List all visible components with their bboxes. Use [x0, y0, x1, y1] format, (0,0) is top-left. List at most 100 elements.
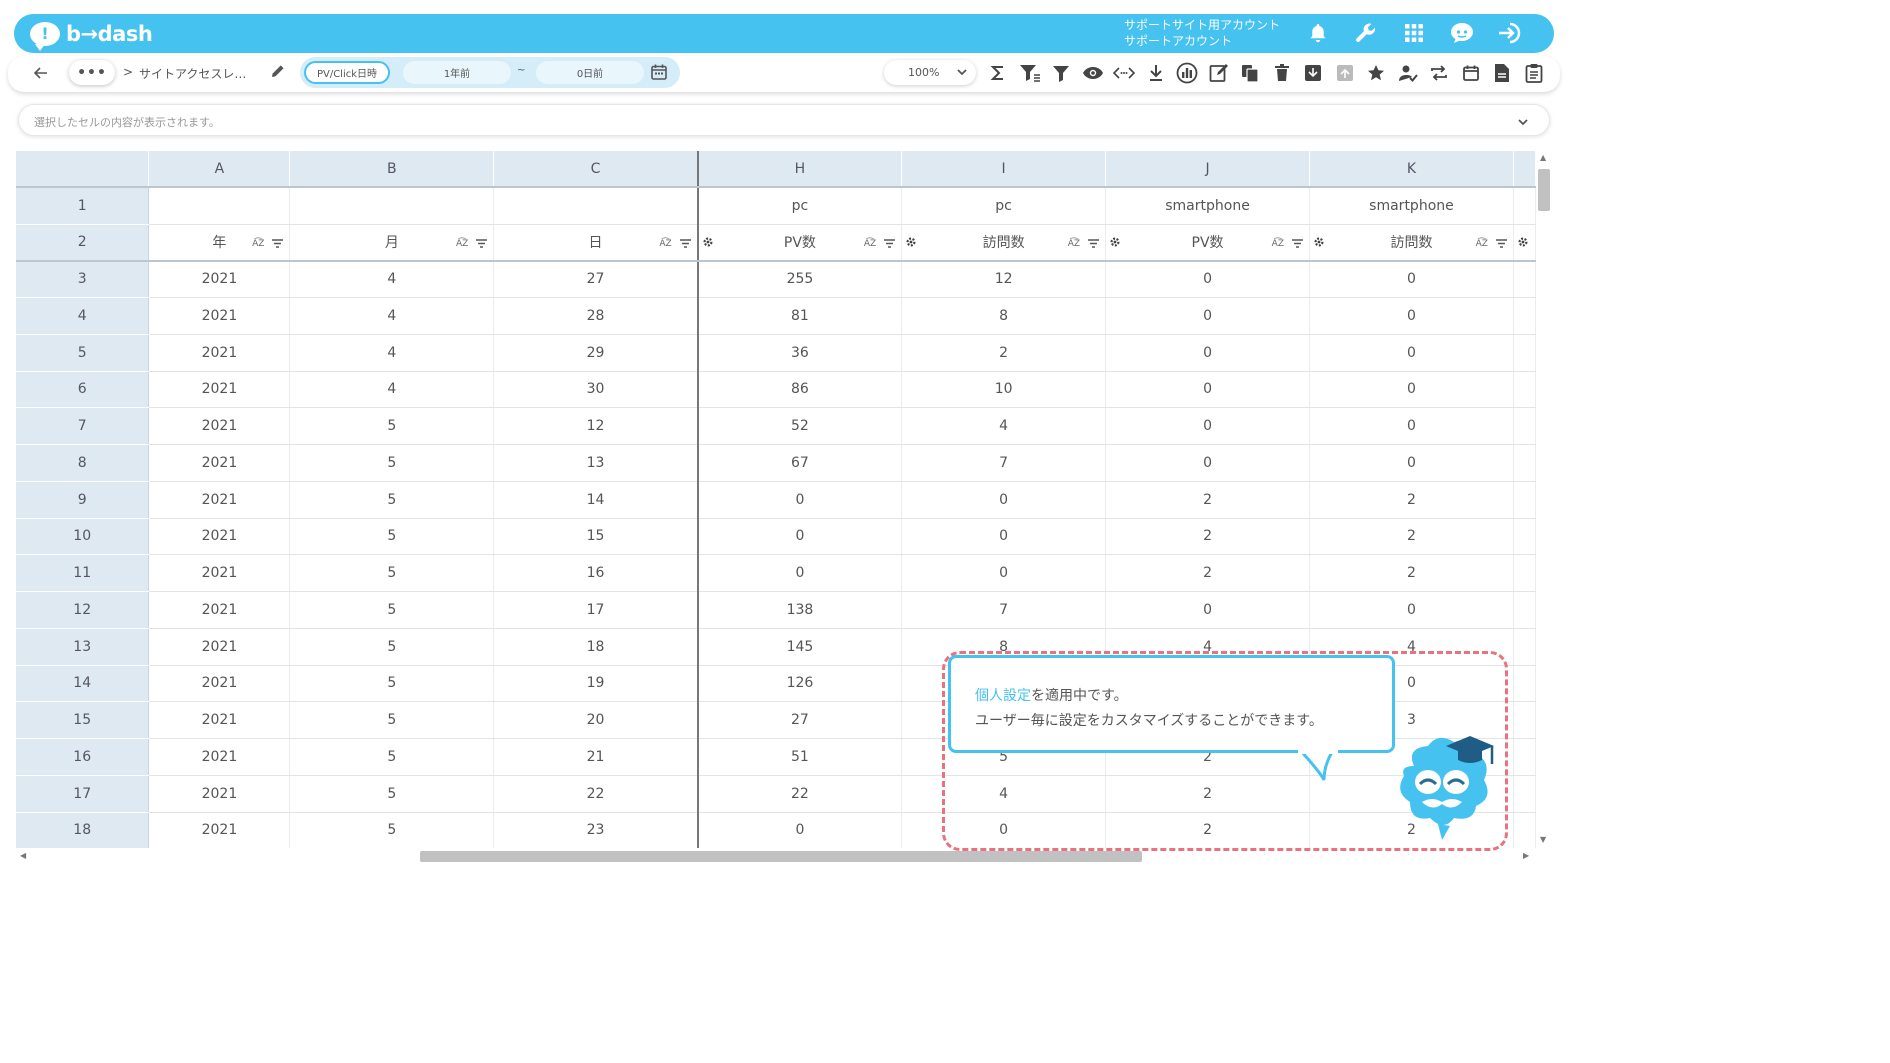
grid-cell[interactable]: 145: [696, 628, 903, 666]
personal-settings-link[interactable]: 個人設定: [975, 688, 1031, 704]
grid-cell[interactable]: 5: [289, 628, 495, 666]
date-to-field[interactable]: 0日前: [536, 61, 644, 84]
grid-cell[interactable]: 5: [289, 665, 495, 703]
bell-icon[interactable]: [1304, 18, 1332, 48]
row-number[interactable]: 11: [16, 554, 150, 592]
date-from-field[interactable]: 1年前: [403, 61, 511, 84]
grid-cell[interactable]: 52: [696, 407, 903, 445]
scroll-down-icon[interactable]: ▼: [1540, 835, 1546, 844]
row-number[interactable]: 10: [16, 518, 150, 556]
row-number[interactable]: 15: [16, 701, 150, 739]
column-header-h[interactable]: H: [696, 151, 903, 188]
edit-sheet-icon[interactable]: [1207, 61, 1231, 85]
grid-cell[interactable]: 0: [1105, 297, 1310, 335]
group-header-cell[interactable]: [148, 187, 291, 225]
grid-cell[interactable]: 12: [901, 260, 1107, 298]
grid-cell[interactable]: 0: [1105, 334, 1310, 372]
grid-cell[interactable]: 2021: [148, 334, 291, 372]
grid-cell[interactable]: 0: [696, 481, 903, 519]
row-number[interactable]: 17: [16, 775, 150, 813]
grid-cell[interactable]: 8: [901, 297, 1107, 335]
grid-cell[interactable]: 5: [289, 738, 495, 776]
mascot-icon[interactable]: [1384, 726, 1502, 844]
gear-icon[interactable]: [1109, 236, 1121, 252]
grid-cell[interactable]: 0: [1309, 444, 1514, 482]
grid-cell[interactable]: 12: [493, 407, 699, 445]
scroll-left-icon[interactable]: ◀: [20, 851, 26, 860]
grid-cell[interactable]: 14: [493, 481, 699, 519]
grid-cell[interactable]: 5: [289, 444, 495, 482]
grid-cell[interactable]: 10: [901, 371, 1107, 409]
grid-corner[interactable]: [16, 151, 150, 188]
filter-lines-icon[interactable]: [1292, 236, 1303, 252]
sum-icon[interactable]: [986, 61, 1010, 85]
grid-cell[interactable]: 4: [289, 297, 495, 335]
apps-grid-icon[interactable]: [1400, 18, 1428, 48]
grid-cell[interactable]: 5: [289, 554, 495, 592]
gear-icon[interactable]: [702, 236, 714, 252]
row-number[interactable]: 4: [16, 297, 150, 335]
filter-lines-icon[interactable]: [1088, 236, 1100, 252]
grid-cell[interactable]: 2: [1309, 518, 1514, 556]
grid-cell[interactable]: 0: [1309, 334, 1514, 372]
grid-cell[interactable]: 2021: [148, 407, 291, 445]
grid-cell[interactable]: 2021: [148, 775, 291, 813]
grid-cell[interactable]: 2021: [148, 665, 291, 703]
grid-cell[interactable]: 22: [696, 775, 903, 813]
row-number[interactable]: 6: [16, 371, 150, 409]
grid-cell[interactable]: 0: [1105, 444, 1310, 482]
grid-cell[interactable]: 67: [696, 444, 903, 482]
row-number[interactable]: 5: [16, 334, 150, 372]
clipboard-icon[interactable]: [1522, 61, 1546, 85]
field-header-cell[interactable]: 日 A͡Z: [493, 224, 699, 262]
grid-cell[interactable]: 5: [289, 481, 495, 519]
grid-cell[interactable]: 5: [289, 518, 495, 556]
grid-cell[interactable]: 5: [289, 812, 495, 848]
sort-az-icon[interactable]: A͡Z: [456, 239, 468, 249]
date-type-selector[interactable]: PV/Click日時: [304, 61, 390, 84]
document-icon[interactable]: [1490, 61, 1514, 85]
back-arrow-icon[interactable]: [30, 62, 52, 84]
grid-cell[interactable]: 18: [493, 628, 699, 666]
grid-cell[interactable]: 19: [493, 665, 699, 703]
grid-cell[interactable]: 2021: [148, 481, 291, 519]
grid-cell[interactable]: 2021: [148, 628, 291, 666]
field-header-cell[interactable]: 訪問数 A͡Z: [1309, 224, 1514, 262]
filter-icon[interactable]: [1049, 61, 1073, 85]
grid-cell[interactable]: 2021: [148, 297, 291, 335]
brand-logo[interactable]: ! b→dash: [30, 20, 153, 51]
wrench-icon[interactable]: [1352, 18, 1380, 48]
grid-cell[interactable]: 0: [1105, 260, 1310, 298]
row-number[interactable]: 16: [16, 738, 150, 776]
zoom-select[interactable]: 100%: [884, 60, 976, 85]
eye-icon[interactable]: [1081, 61, 1105, 85]
field-header-cell[interactable]: PV数 A͡Z: [1105, 224, 1310, 262]
grid-cell[interactable]: 2021: [148, 554, 291, 592]
group-header-cell[interactable]: pc: [696, 187, 903, 225]
scroll-right-icon[interactable]: ▶: [1523, 851, 1529, 860]
row-number[interactable]: 1: [16, 187, 150, 225]
sort-az-icon[interactable]: A͡Z: [659, 239, 671, 249]
grid-cell[interactable]: 0: [1309, 407, 1514, 445]
grid-cell[interactable]: 0: [696, 554, 903, 592]
filter-lines-icon[interactable]: [679, 236, 691, 252]
field-header-cell[interactable]: 訪問数 A͡Z: [901, 224, 1107, 262]
grid-cell[interactable]: 2: [1105, 518, 1310, 556]
sync-icon[interactable]: [1427, 61, 1451, 85]
row-number[interactable]: 12: [16, 591, 150, 629]
cell-content-bar[interactable]: 選択したセルの内容が表示されます。: [18, 104, 1550, 136]
star-icon[interactable]: [1364, 61, 1388, 85]
grid-cell[interactable]: 2: [1105, 481, 1310, 519]
grid-cell[interactable]: 86: [696, 371, 903, 409]
grid-cell[interactable]: 36: [696, 334, 903, 372]
user-check-icon[interactable]: [1396, 61, 1420, 85]
grid-cell[interactable]: 4: [289, 260, 495, 298]
account-info[interactable]: サポートサイト用アカウント サポートアカウント: [1124, 17, 1280, 49]
grid-cell[interactable]: 29: [493, 334, 699, 372]
gear-icon[interactable]: [905, 236, 917, 252]
vertical-scroll-thumb[interactable]: [1538, 169, 1550, 211]
grid-cell[interactable]: 7: [901, 591, 1107, 629]
grid-cell[interactable]: 2: [1105, 554, 1310, 592]
grid-cell[interactable]: 2021: [148, 812, 291, 848]
grid-cell[interactable]: 2: [1309, 554, 1514, 592]
